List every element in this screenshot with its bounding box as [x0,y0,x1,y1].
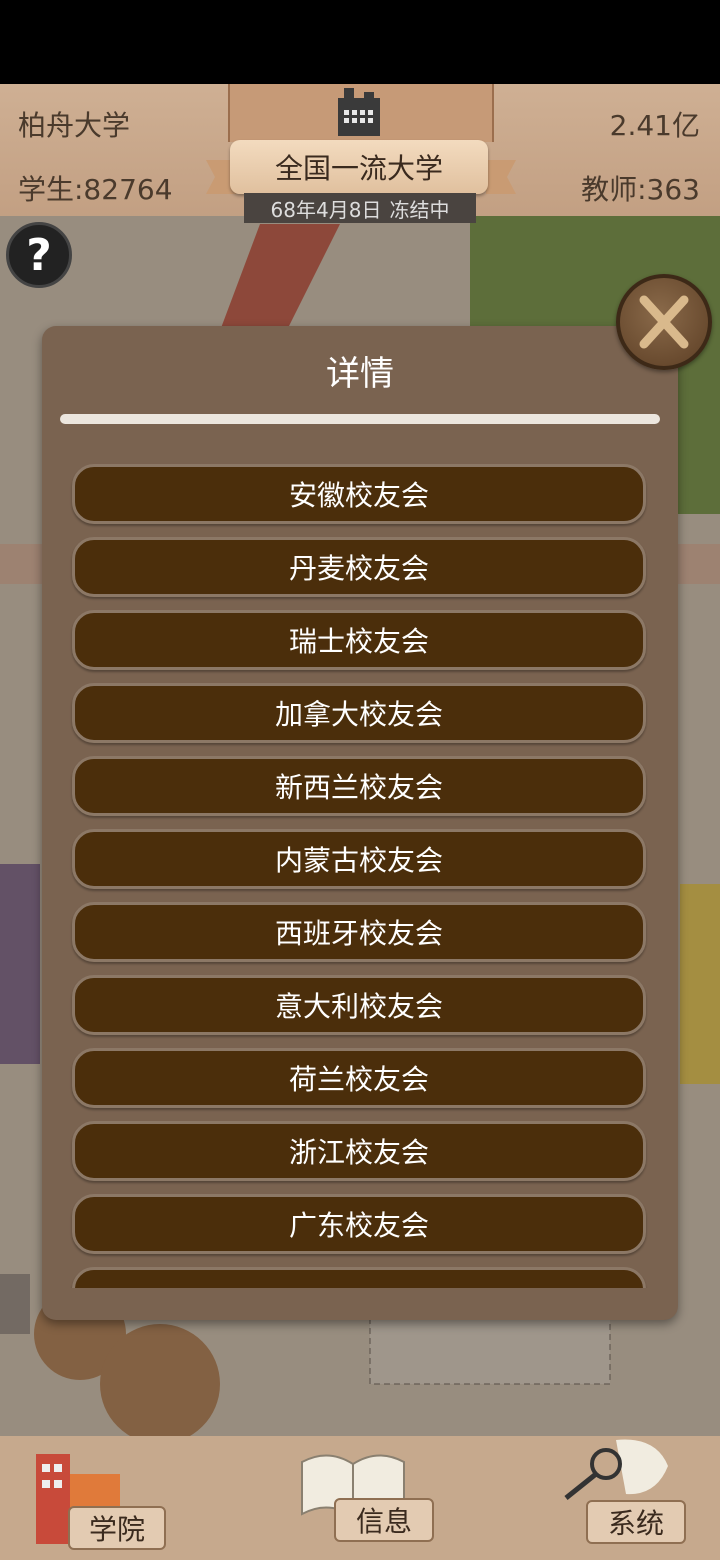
list-item[interactable]: 广东校友会 [72,1194,646,1254]
nav-college-label: 学院 [68,1506,166,1550]
university-name: 柏舟大学 [18,109,131,142]
list-item[interactable]: 意大利校友会 [72,975,646,1035]
list-item[interactable]: 安徽校友会 [72,464,646,524]
teacher-count: 教师:363 [581,173,700,206]
funds-amount: 2.41亿 [609,109,700,142]
list-item[interactable]: 浙江校友会 [72,1121,646,1181]
list-item-label: 安徽校友会 [288,479,429,512]
nav-system[interactable]: 系统 [556,1436,696,1554]
list-item-label: 浙江校友会 [288,1136,429,1169]
status-bar [0,0,720,84]
bottom-nav: 学院 信息 系统 [0,1436,720,1560]
rank-ribbon: 全国一流大学 [230,140,488,194]
nav-system-label: 系统 [586,1500,686,1544]
list-item[interactable]: 内蒙古校友会 [72,829,646,889]
list-item[interactable]: 加拿大校友会 [72,683,646,743]
list-item-label: 新西兰校友会 [274,771,443,804]
help-button[interactable]: ? [6,222,72,288]
nav-info[interactable]: 信息 [298,1436,438,1554]
details-dialog: 详情 安徽校友会 丹麦校友会 瑞士校友会 加拿大校友会 新西兰校友会 内蒙古校友… [42,326,678,1320]
list-item[interactable]: 荷兰校友会 [72,1048,646,1108]
list-item[interactable]: 丹麦校友会 [72,537,646,597]
close-button[interactable] [616,274,712,370]
nav-info-label: 信息 [334,1498,434,1542]
alumni-list[interactable]: 安徽校友会 丹麦校友会 瑞士校友会 加拿大校友会 新西兰校友会 内蒙古校友会 西… [68,460,650,1288]
list-item-label: 加拿大校友会 [274,698,443,731]
game-date: 68年4月8日 [270,197,382,222]
list-item[interactable]: 新西兰校友会 [72,756,646,816]
question-mark-icon: ? [26,229,52,281]
list-item-partial[interactable] [72,1267,646,1288]
dialog-title: 详情 [326,354,394,394]
list-item-label: 内蒙古校友会 [274,844,443,877]
list-item[interactable]: 西班牙校友会 [72,902,646,962]
building-icon [338,88,380,136]
rank-label: 全国一流大学 [274,152,443,185]
student-count: 学生:82764 [18,173,173,206]
list-item-label: 丹麦校友会 [288,552,429,585]
list-item-label: 西班牙校友会 [274,917,443,950]
nav-college[interactable]: 学院 [30,1444,170,1554]
list-item-label: 广东校友会 [288,1209,429,1242]
date-status-bar: 68年4月8日 冻结中 [244,193,476,223]
list-item-label: 瑞士校友会 [288,625,429,658]
dialog-divider [60,414,660,424]
list-item-label: 荷兰校友会 [288,1063,429,1096]
list-item-label: 意大利校友会 [274,990,443,1023]
list-item[interactable]: 瑞士校友会 [72,610,646,670]
game-status: 冻结中 [389,197,450,222]
close-icon [639,295,689,349]
